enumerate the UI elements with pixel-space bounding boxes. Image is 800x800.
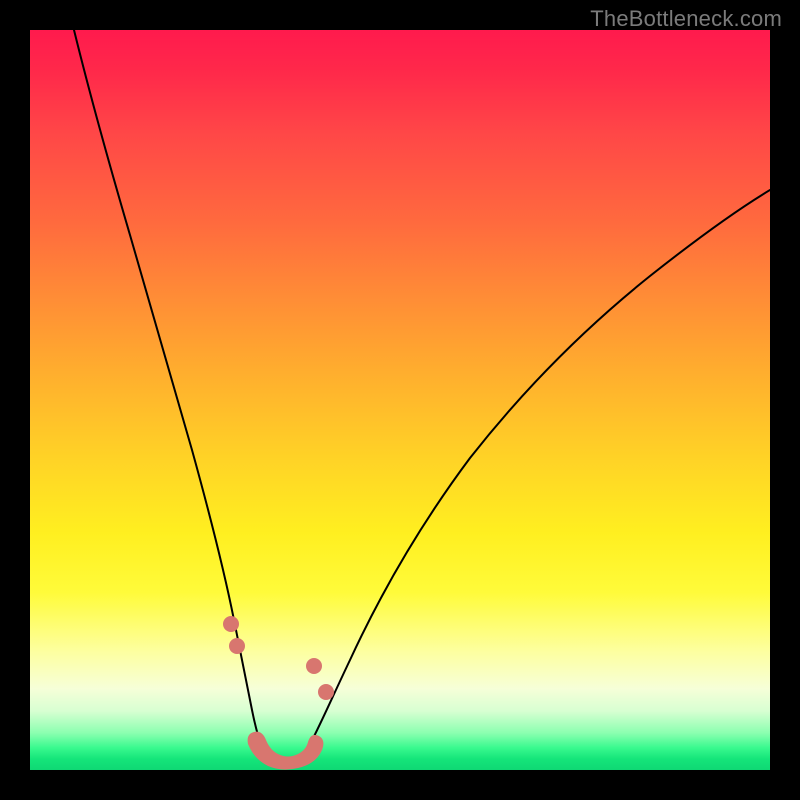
plot-area <box>30 30 770 770</box>
data-marker <box>306 658 322 674</box>
watermark-text: TheBottleneck.com <box>590 6 782 32</box>
data-marker <box>223 616 239 632</box>
data-marker <box>318 684 334 700</box>
valley-band <box>248 732 324 770</box>
bottleneck-curve <box>74 30 770 768</box>
chart-frame: TheBottleneck.com <box>0 0 800 800</box>
curve-layer <box>30 30 770 770</box>
data-marker <box>229 638 245 654</box>
